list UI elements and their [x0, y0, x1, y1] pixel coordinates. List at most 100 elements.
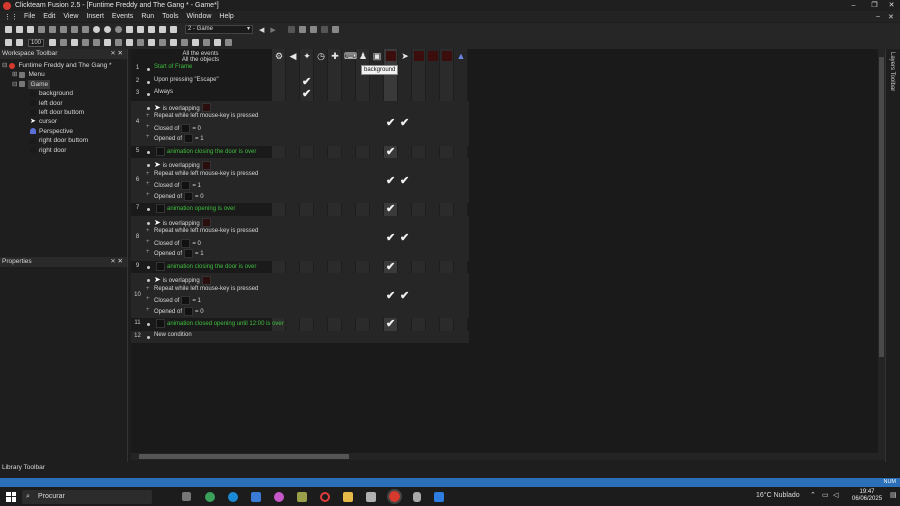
- clock[interactable]: 19:47 06/06/2025: [852, 489, 882, 503]
- active-object-icon[interactable]: [428, 51, 438, 61]
- player-icon[interactable]: ♟: [358, 51, 368, 61]
- action-checkmark[interactable]: ✔: [386, 116, 395, 129]
- frame-tool-icon[interactable]: [320, 26, 328, 33]
- expand-icon[interactable]: ⊞: [12, 70, 17, 79]
- menu-file[interactable]: File: [20, 13, 39, 20]
- redo-icon[interactable]: [82, 26, 89, 33]
- keyboard-mouse-icon[interactable]: ⌨: [344, 51, 357, 61]
- event-row[interactable]: 1 Start of Frame: [131, 63, 469, 76]
- event-condition[interactable]: Repeat while left mouse-key is pressed: [154, 113, 258, 119]
- tree-item-game[interactable]: ⊟ Game: [0, 79, 127, 90]
- event-row[interactable]: 6 ➤ is overlapping + Repeat while left mouse…: [131, 158, 469, 203]
- tree-item-app[interactable]: ⊟ Funtime Freddy and The Gang *: [0, 61, 127, 70]
- event-condition[interactable]: Opened of = 1: [154, 249, 204, 258]
- notification-icon[interactable]: ▤: [890, 491, 897, 499]
- event-condition[interactable]: animation closing the door is over: [154, 146, 256, 156]
- minimize-button[interactable]: –: [845, 0, 862, 11]
- cursor-icon[interactable]: ➤: [400, 51, 410, 61]
- file-explorer-icon[interactable]: [343, 491, 353, 502]
- action-checkmark[interactable]: ✔: [386, 260, 395, 273]
- frame-tool-icon[interactable]: [309, 26, 317, 33]
- next-frame-icon[interactable]: ▶: [270, 26, 275, 34]
- align-icon[interactable]: [203, 39, 211, 46]
- mdi-minimize-button[interactable]: –: [876, 13, 880, 20]
- layers-icon[interactable]: [60, 39, 68, 46]
- event-row[interactable]: 8 ➤ is overlapping + Repeat while left mouse…: [131, 215, 469, 261]
- menu-edit[interactable]: Edit: [39, 13, 59, 20]
- vertical-scrollbar[interactable]: [878, 49, 885, 460]
- align-icon[interactable]: [159, 39, 167, 46]
- close-icon[interactable]: ✕: [118, 258, 123, 265]
- run-frame-icon[interactable]: [115, 26, 122, 33]
- align-icon[interactable]: [137, 39, 145, 46]
- app-icon[interactable]: [434, 491, 444, 502]
- chevron-up-icon[interactable]: ⌃: [810, 491, 816, 499]
- event-condition[interactable]: Opened of = 1: [154, 134, 204, 143]
- open-file-icon[interactable]: [16, 26, 23, 33]
- event-condition[interactable]: ➤ is overlapping: [154, 160, 213, 170]
- event-condition[interactable]: New condition: [154, 332, 192, 338]
- layers-toolbar[interactable]: Layers Toolbar: [885, 49, 900, 462]
- chrome-icon[interactable]: [205, 491, 215, 502]
- windows-start-icon[interactable]: [6, 491, 16, 502]
- task-view-icon[interactable]: [182, 492, 191, 501]
- app-icon[interactable]: [413, 491, 421, 502]
- event-condition[interactable]: animation closing the door is over: [154, 261, 256, 271]
- opera-icon[interactable]: [320, 491, 330, 502]
- previous-frame-icon[interactable]: ◀: [259, 26, 264, 34]
- scrollbar-thumb[interactable]: [879, 57, 884, 357]
- paste-icon[interactable]: [60, 26, 67, 33]
- event-condition[interactable]: Always: [154, 89, 173, 95]
- tree-item-right-door[interactable]: right door: [0, 146, 127, 155]
- event-row[interactable]: 4 ➤ is overlapping + Repeat while left mouse…: [131, 100, 469, 146]
- event-row[interactable]: 7 animation opening is over ✔: [131, 203, 469, 216]
- tree-item-perspective[interactable]: Perspective: [0, 127, 127, 136]
- event-condition[interactable]: animation opening is over: [154, 204, 235, 213]
- event-row[interactable]: 9 animation closing the door is over ✔: [131, 261, 469, 274]
- special-conditions-icon[interactable]: ⚙: [274, 51, 284, 61]
- action-checkmark[interactable]: ✔: [386, 174, 395, 187]
- action-checkmark[interactable]: ✔: [386, 145, 395, 158]
- timer-icon[interactable]: ◷: [316, 51, 326, 61]
- align-icon[interactable]: [82, 39, 90, 46]
- align-icon[interactable]: [214, 39, 222, 46]
- menu-insert[interactable]: Insert: [82, 13, 108, 20]
- pin-icon[interactable]: ⨯: [110, 50, 115, 57]
- event-condition[interactable]: Repeat while left mouse-key is pressed: [154, 228, 258, 234]
- help-icon[interactable]: [93, 26, 100, 33]
- align-icon[interactable]: [115, 39, 123, 46]
- align-icon[interactable]: [192, 39, 200, 46]
- save-icon[interactable]: [27, 26, 34, 33]
- event-condition[interactable]: Closed of = 0: [154, 123, 201, 133]
- event-condition[interactable]: Upon pressing "Escape": [154, 77, 219, 83]
- event-row[interactable]: 3 Always ✔: [131, 88, 469, 101]
- menu-run[interactable]: Run: [137, 13, 158, 20]
- close-button[interactable]: ✕: [883, 0, 900, 11]
- run-application-icon[interactable]: [104, 26, 111, 33]
- app-icon[interactable]: [366, 491, 376, 502]
- mdi-close-button[interactable]: ✕: [888, 13, 894, 21]
- library-toolbar[interactable]: Library Toolbar: [0, 462, 128, 474]
- clickteam-fusion-icon[interactable]: [387, 489, 402, 504]
- app-icon[interactable]: [297, 491, 307, 502]
- restore-button[interactable]: ❐: [866, 0, 883, 11]
- align-icon[interactable]: [148, 39, 156, 46]
- frame-editor-icon[interactable]: [137, 26, 144, 33]
- perspective-icon[interactable]: ▲: [456, 51, 466, 61]
- action-checkmark[interactable]: ✔: [302, 75, 311, 88]
- frame-tool-icon[interactable]: [298, 26, 306, 33]
- background-icon[interactable]: ▣: [372, 51, 382, 61]
- copy-icon[interactable]: [49, 26, 56, 33]
- zoom-field[interactable]: 100: [28, 38, 45, 47]
- sound-icon[interactable]: ◀: [288, 51, 298, 61]
- action-checkmark[interactable]: ✔: [386, 202, 395, 215]
- menu-window[interactable]: Window: [183, 13, 216, 20]
- pin-icon[interactable]: ⨯: [110, 258, 115, 265]
- undo-icon[interactable]: [71, 26, 78, 33]
- event-condition[interactable]: Closed of = 1: [154, 296, 201, 305]
- event-row[interactable]: 5 animation closing the door is over ✔: [131, 146, 469, 159]
- align-icon[interactable]: [170, 39, 178, 46]
- event-condition[interactable]: Opened of = 0: [154, 191, 204, 201]
- event-condition[interactable]: Opened of = 0: [154, 306, 204, 316]
- menu-events[interactable]: Events: [108, 13, 137, 20]
